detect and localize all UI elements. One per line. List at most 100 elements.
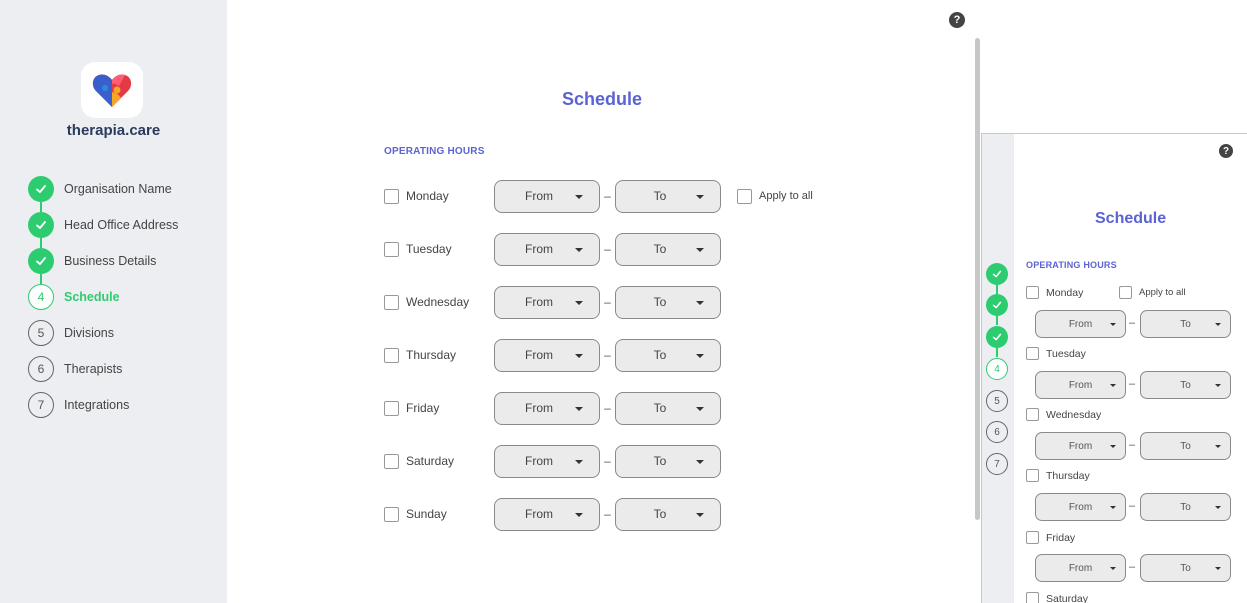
step-number: 4	[28, 284, 54, 310]
step-label: Divisions	[64, 326, 115, 340]
day-row-sunday: Sunday From – To	[384, 497, 721, 531]
chevron-down-icon	[1215, 384, 1221, 387]
step-number: 5	[28, 320, 54, 346]
day-label: Monday	[406, 189, 449, 203]
day-checkbox[interactable]	[1026, 592, 1039, 603]
heart-puzzle-logo-icon	[92, 74, 132, 107]
to-label: To	[1180, 379, 1191, 391]
scrollbar[interactable]	[975, 38, 980, 520]
day-checkbox[interactable]	[1026, 347, 1039, 360]
from-label: From	[1068, 562, 1093, 574]
day-checkbox[interactable]	[384, 294, 399, 310]
day-row-saturday: Saturday From – To	[384, 444, 721, 478]
step-head-office-address[interactable]: Head Office Address	[28, 207, 179, 248]
day-checkbox[interactable]	[384, 400, 399, 416]
from-select[interactable]: From	[494, 179, 600, 213]
day-checkbox[interactable]	[1026, 531, 1039, 544]
onboarding-page: therapia.care Organisation Name Head Off…	[0, 0, 1247, 603]
step-number[interactable]: 6	[986, 421, 1008, 443]
chevron-down-icon	[1215, 506, 1221, 509]
from-select[interactable]: From	[1035, 554, 1126, 582]
chevron-down-icon	[1110, 384, 1116, 387]
to-select[interactable]: To	[615, 391, 721, 425]
step-integrations[interactable]: 7 Integrations	[28, 387, 178, 423]
to-select[interactable]: To	[615, 338, 721, 372]
chevron-down-icon	[575, 459, 583, 464]
mobile-preview: 4 5 6 7 ? Schedule OPERATING HOURS Monda…	[981, 133, 1247, 603]
to-label: To	[1180, 440, 1191, 452]
to-select[interactable]: To	[615, 285, 721, 319]
to-select[interactable]: To	[615, 444, 721, 478]
apply-to-all[interactable]: Apply to all	[737, 188, 813, 204]
from-label: From	[525, 401, 553, 415]
day-checkbox[interactable]	[1026, 286, 1039, 299]
to-label: To	[653, 295, 667, 309]
preview-day-friday: Friday	[1026, 531, 1075, 544]
step-business-details[interactable]: Business Details	[28, 243, 178, 284]
to-select[interactable]: To	[1140, 310, 1231, 338]
day-checkbox[interactable]	[384, 241, 399, 257]
to-select[interactable]: To	[615, 497, 721, 531]
from-label: From	[525, 348, 553, 362]
from-select[interactable]: From	[494, 391, 600, 425]
chevron-down-icon	[1215, 323, 1221, 326]
apply-to-all-label: Apply to all	[759, 190, 813, 202]
day-checkbox[interactable]	[384, 347, 399, 363]
step-organisation-name[interactable]: Organisation Name	[28, 171, 178, 212]
step-schedule[interactable]: 4 Schedule	[28, 279, 178, 315]
day-label: Friday	[1046, 531, 1076, 544]
from-select[interactable]: From	[1035, 371, 1126, 399]
chevron-down-icon	[575, 353, 583, 358]
help-icon[interactable]: ?	[1219, 144, 1233, 158]
step-connector	[996, 284, 998, 294]
apply-to-all-checkbox[interactable]	[737, 188, 752, 204]
help-icon[interactable]: ?	[949, 12, 965, 28]
step-number[interactable]: 7	[986, 453, 1008, 475]
preview-day-monday: Monday	[1026, 286, 1083, 299]
chevron-down-icon	[696, 512, 704, 517]
to-select[interactable]: To	[1140, 371, 1231, 399]
step-therapists[interactable]: 6 Therapists	[28, 351, 178, 387]
from-select[interactable]: From	[494, 497, 600, 531]
from-select[interactable]: From	[1035, 310, 1126, 338]
from-select[interactable]: From	[494, 444, 600, 478]
from-label: From	[525, 454, 553, 468]
step-number[interactable]: 4	[986, 358, 1008, 380]
step-number: 7	[28, 392, 54, 418]
step-list: Organisation Name Head Office Address Bu…	[28, 171, 178, 423]
day-checkbox[interactable]	[384, 506, 399, 522]
range-dash: –	[1129, 500, 1136, 512]
day-row-wednesday: Wednesday From – To	[384, 285, 721, 319]
from-select[interactable]: From	[494, 338, 600, 372]
step-label: Head Office Address	[64, 218, 179, 232]
to-select[interactable]: To	[615, 179, 721, 213]
step-divisions[interactable]: 5 Divisions	[28, 315, 178, 351]
day-checkbox[interactable]	[1026, 408, 1039, 421]
day-label: Wednesday	[406, 295, 470, 309]
chevron-down-icon	[696, 406, 704, 411]
from-select[interactable]: From	[494, 285, 600, 319]
chevron-down-icon	[575, 512, 583, 517]
check-icon	[28, 176, 54, 202]
day-row-tuesday: Tuesday From – To	[384, 232, 721, 266]
apply-to-all-checkbox[interactable]	[1119, 286, 1132, 299]
preview-apply-to-all[interactable]: Apply to all	[1119, 286, 1185, 299]
to-select[interactable]: To	[1140, 554, 1231, 582]
chevron-down-icon	[575, 247, 583, 252]
from-label: From	[1068, 318, 1093, 330]
to-select[interactable]: To	[615, 232, 721, 266]
from-select[interactable]: From	[1035, 432, 1126, 460]
to-select[interactable]: To	[1140, 493, 1231, 521]
day-checkbox[interactable]	[384, 453, 399, 469]
day-checkbox[interactable]	[1026, 469, 1039, 482]
step-number[interactable]: 5	[986, 390, 1008, 412]
step-connector	[996, 347, 998, 357]
day-checkbox[interactable]	[384, 188, 399, 204]
to-select[interactable]: To	[1140, 432, 1231, 460]
range-dash: –	[1129, 561, 1136, 573]
range-dash: –	[604, 295, 611, 309]
apply-to-all-label: Apply to all	[1139, 287, 1186, 298]
step-number: 6	[28, 356, 54, 382]
from-select[interactable]: From	[1035, 493, 1126, 521]
from-select[interactable]: From	[494, 232, 600, 266]
